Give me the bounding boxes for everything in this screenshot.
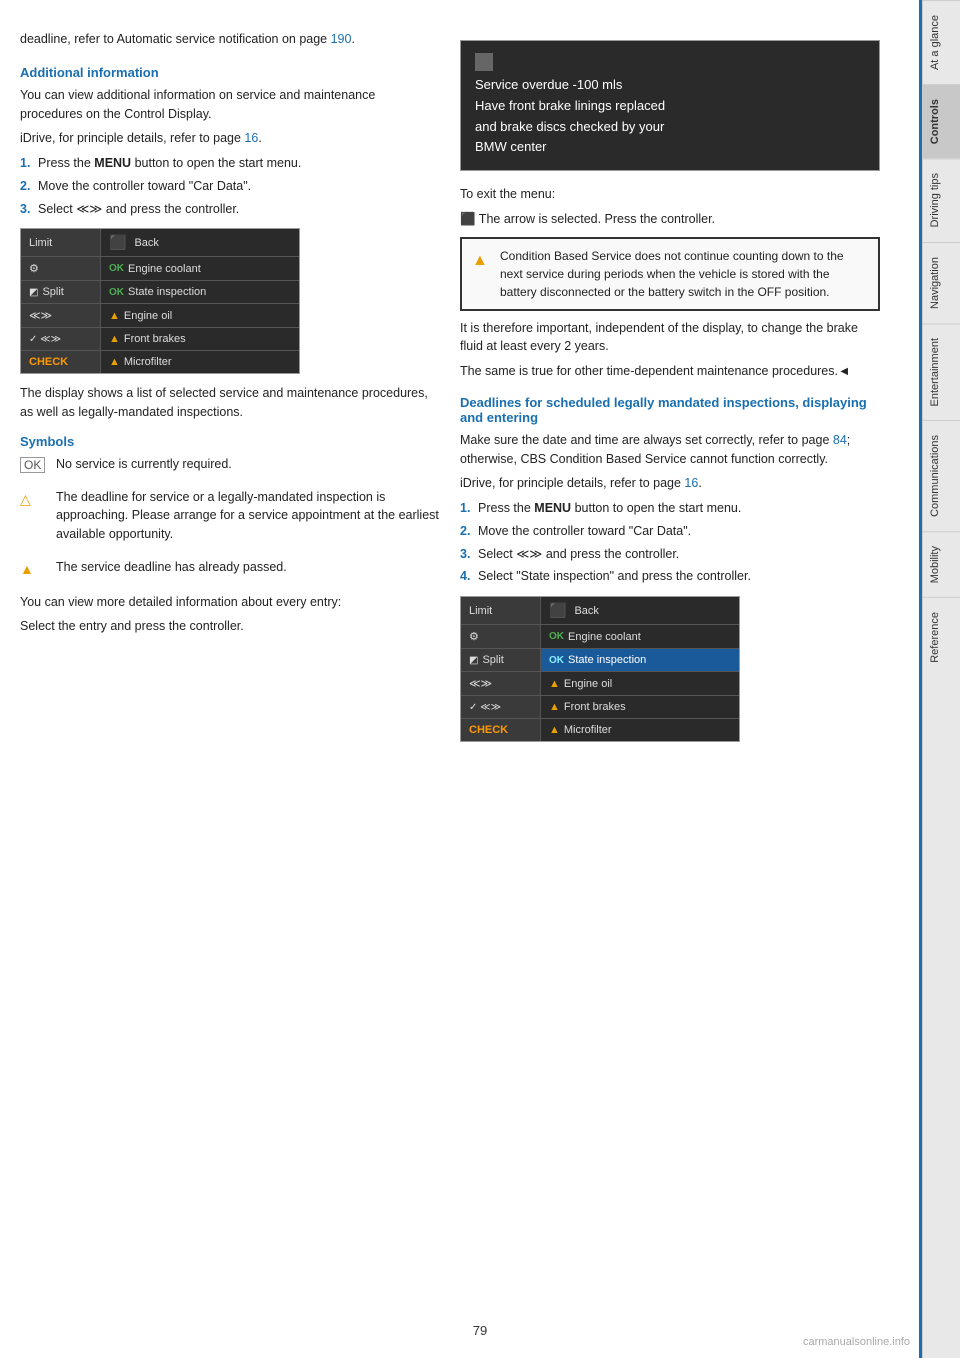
service-overdue-line3: and brake discs checked by your xyxy=(475,117,865,138)
service-overdue-line1: Service overdue -100 mls xyxy=(475,75,865,96)
menu2-row-checkbtn-left: CHECK xyxy=(461,719,541,741)
passed-symbol-text: The service deadline has already passed. xyxy=(56,558,287,577)
symbols-section: Symbols OK No service is currently requi… xyxy=(20,434,440,583)
menu2-row-limit-left: Limit xyxy=(461,597,541,624)
idrive-link2[interactable]: 16 xyxy=(684,476,698,490)
sidebar-tab-communications[interactable]: Communications xyxy=(923,420,960,531)
step-1: 1. Press the MENU button to open the sta… xyxy=(20,154,440,173)
step2-4: 4. Select "State inspection" and press t… xyxy=(460,567,880,586)
sidebar: At a glance Controls Driving tips Naviga… xyxy=(922,0,960,1358)
symbol-passed-row: ▲ The service deadline has already passe… xyxy=(20,558,440,583)
menu2-row-check-left: ✓ ≪≫ xyxy=(461,696,541,718)
step-3: 3. Select ≪≫ and press the controller. xyxy=(20,200,440,219)
step2-1: 1. Press the MENU button to open the sta… xyxy=(460,499,880,518)
menu-row-coolant-right: OK Engine coolant xyxy=(101,257,299,280)
menu2-row-inspection-right: OK State inspection xyxy=(541,649,739,671)
ok-symbol: OK xyxy=(20,456,56,474)
additional-info-para1: You can view additional information on s… xyxy=(20,86,440,124)
steps-list: 1. Press the MENU button to open the sta… xyxy=(20,154,440,218)
sidebar-tab-navigation[interactable]: Navigation xyxy=(923,242,960,323)
steps-list-2: 1. Press the MENU button to open the sta… xyxy=(460,499,880,586)
menu-image-1: Limit ⬛ Back ⚙ OK Engine coolant xyxy=(20,228,300,374)
ok-symbol-text: No service is currently required. xyxy=(56,455,232,474)
exit-arrow-text: ⬛ The arrow is selected. Press the contr… xyxy=(460,210,880,229)
sidebar-tab-controls[interactable]: Controls xyxy=(923,84,960,158)
menu-row-oil-right: ▲ Engine oil xyxy=(101,304,299,327)
warn-symbol: △ xyxy=(20,489,56,510)
important-text: It is therefore important, independent o… xyxy=(460,319,880,357)
menu-row-gear-left: ⚙ xyxy=(21,257,101,280)
intro-link[interactable]: 190 xyxy=(331,32,352,46)
deadlines-link[interactable]: 84 xyxy=(833,433,847,447)
menu2-row-oil-right: ▲ Engine oil xyxy=(541,672,739,695)
menu-row-inspection-right: OK State inspection xyxy=(101,281,299,303)
same-true-text: The same is true for other time-dependen… xyxy=(460,362,880,381)
sidebar-tab-at-a-glance[interactable]: At a glance xyxy=(923,0,960,84)
symbols-heading: Symbols xyxy=(20,434,440,449)
service-overdue-line4: BMW center xyxy=(475,137,865,158)
select-text: Select the entry and press the controlle… xyxy=(20,617,440,636)
intro-text: deadline, refer to Automatic service not… xyxy=(20,30,440,49)
additional-info-heading: Additional information xyxy=(20,65,440,80)
menu2-row-nav-left: ≪≫ xyxy=(461,672,541,695)
menu2-row-brakes-right: ▲ Front brakes xyxy=(541,696,739,718)
service-overdue-box: Service overdue -100 mls Have front brak… xyxy=(460,40,880,171)
idrive-ref: iDrive, for principle details, refer to … xyxy=(20,129,440,148)
watermark: carmanualsonline.info xyxy=(803,1336,910,1348)
alert-box: ▲ Condition Based Service does not conti… xyxy=(460,237,880,311)
display-shows-text: The display shows a list of selected ser… xyxy=(20,384,440,422)
menu-row-microfilter-right: ▲ Microfilter xyxy=(101,351,299,373)
sidebar-tab-entertainment[interactable]: Entertainment xyxy=(923,323,960,420)
menu2-row-split-left: ◩ Split xyxy=(461,649,541,671)
menu-row-check-left: ✓ ≪≫ xyxy=(21,328,101,350)
idrive-link[interactable]: 16 xyxy=(244,131,258,145)
service-overdue-line2: Have front brake linings replaced xyxy=(475,96,865,117)
menu-row-nav-left: ≪≫ xyxy=(21,304,101,327)
menu2-row-gear-left: ⚙ xyxy=(461,625,541,648)
menu-row-checkbtn-left: CHECK xyxy=(21,351,101,373)
alert-icon: ▲ xyxy=(472,249,492,301)
sidebar-tab-driving-tips[interactable]: Driving tips xyxy=(923,158,960,241)
menu-row-split-left: ◩ Split xyxy=(21,281,101,303)
sidebar-tab-reference[interactable]: Reference xyxy=(923,597,960,677)
deadlines-heading: Deadlines for scheduled legally mandated… xyxy=(460,395,880,425)
menu2-row-microfilter-right: ▲ Microfilter xyxy=(541,719,739,741)
section-divider xyxy=(919,0,922,1358)
alert-text: Condition Based Service does not continu… xyxy=(500,247,868,301)
warn-symbol-text: The deadline for service or a legally-ma… xyxy=(56,488,440,544)
service-overdue-icon xyxy=(475,53,493,71)
step-2: 2. Move the controller toward "Car Data"… xyxy=(20,177,440,196)
passed-symbol: ▲ xyxy=(20,559,56,580)
exit-menu-text: To exit the menu: xyxy=(460,185,880,204)
menu-image-2: Limit ⬛ Back ⚙ OK Engine coolant ◩ Split… xyxy=(460,596,740,742)
step2-3: 3. Select ≪≫ and press the controller. xyxy=(460,545,880,564)
view-more-text: You can view more detailed information a… xyxy=(20,593,440,612)
idrive-ref2: iDrive, for principle details, refer to … xyxy=(460,474,880,493)
menu-row-brakes-right: ▲ Front brakes xyxy=(101,328,299,350)
page-number: 79 xyxy=(473,1323,487,1338)
menu-row-limit-left: Limit xyxy=(21,229,101,256)
step2-2: 2. Move the controller toward "Car Data"… xyxy=(460,522,880,541)
menu2-row-coolant-right: OK Engine coolant xyxy=(541,625,739,648)
menu-row-limit-right: ⬛ Back xyxy=(101,229,299,256)
menu2-row-back-right: ⬛ Back xyxy=(541,597,739,624)
deadlines-para: Make sure the date and time are always s… xyxy=(460,431,880,469)
symbol-ok-row: OK No service is currently required. xyxy=(20,455,440,480)
additional-info-section: Additional information You can view addi… xyxy=(20,65,440,219)
sidebar-tab-mobility[interactable]: Mobility xyxy=(923,531,960,597)
symbol-warn-row: △ The deadline for service or a legally-… xyxy=(20,488,440,550)
